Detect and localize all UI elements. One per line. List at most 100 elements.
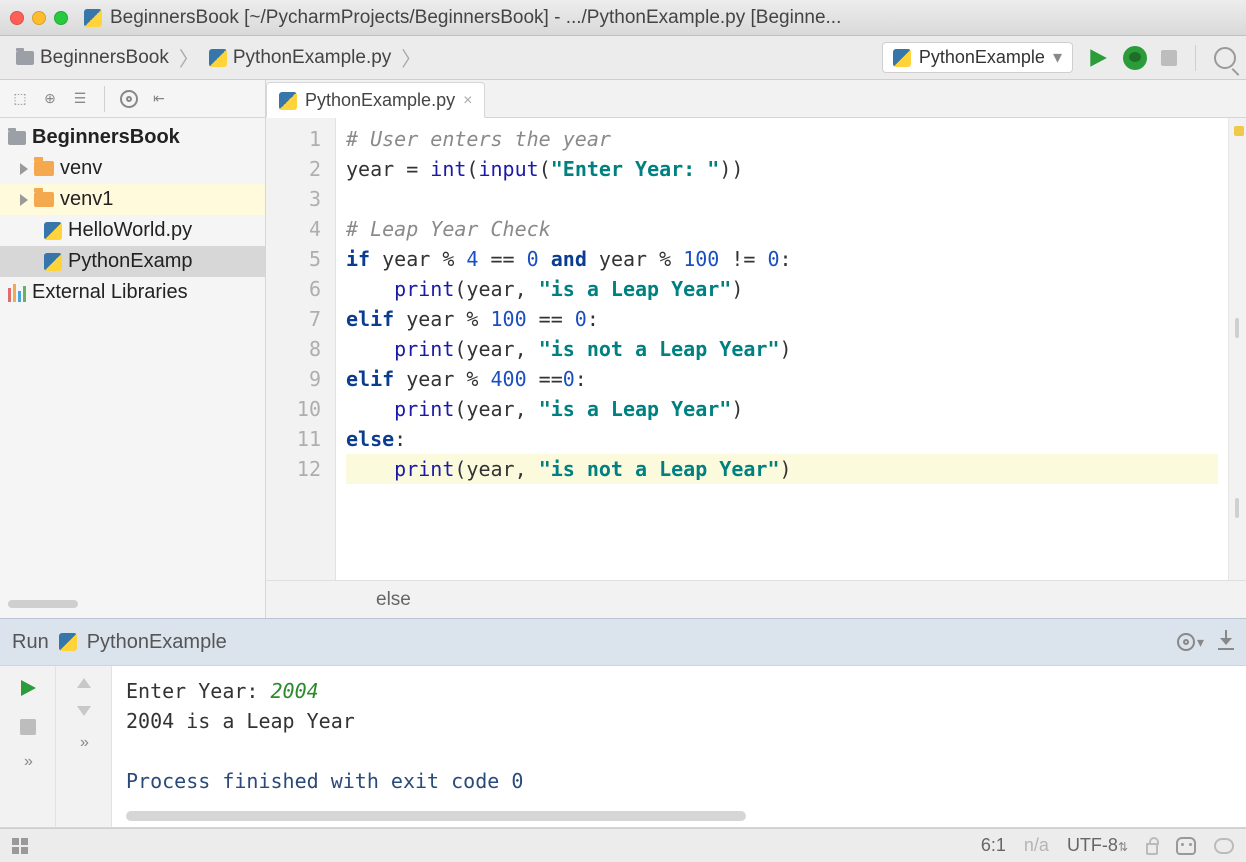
inspections-indicator-icon[interactable] <box>1176 837 1196 855</box>
notifications-icon[interactable] <box>1214 838 1234 854</box>
status-bar: 6:1 n/a UTF-8⇅ <box>0 828 1246 862</box>
folder-icon <box>34 192 54 207</box>
stop-button[interactable] <box>20 719 36 735</box>
warning-marker-icon[interactable] <box>1234 126 1244 136</box>
console-output[interactable]: Enter Year: 2004 2004 is a Leap Year Pro… <box>112 666 1246 827</box>
dropdown-caret-icon: ▾ <box>1053 47 1062 68</box>
download-icon[interactable] <box>1218 634 1234 650</box>
horizontal-scrollbar[interactable] <box>126 811 746 821</box>
project-tree: BeginnersBook venv venv1 HelloWorld.py P… <box>0 118 265 312</box>
run-configuration-name: PythonExample <box>919 47 1045 68</box>
tree-node-folder[interactable]: venv1 <box>0 184 265 215</box>
python-file-icon <box>44 253 62 271</box>
navigation-bar: BeginnersBook 〉 PythonExample.py 〉 Pytho… <box>0 36 1246 80</box>
external-libraries-node[interactable]: External Libraries <box>0 277 265 308</box>
zoom-window-button[interactable] <box>54 11 68 25</box>
expand-caret-icon[interactable] <box>20 194 28 206</box>
stripe-marker[interactable] <box>1235 318 1239 338</box>
editor: PythonExample.py × 123456789101112 # Use… <box>266 80 1246 618</box>
tree-node-folder[interactable]: venv <box>0 153 265 184</box>
settings-gear-icon[interactable]: ▾ <box>1177 633 1204 651</box>
separator <box>104 86 105 112</box>
more-actions-button[interactable]: » <box>80 734 87 752</box>
breadcrumb-item-project[interactable]: BeginnersBook <box>10 45 175 71</box>
main-area: ⬚ ⊕ ☰ ⇤ BeginnersBook venv venv1 <box>0 80 1246 618</box>
chevron-right-icon: 〉 <box>401 43 421 72</box>
node-label: BeginnersBook <box>32 126 180 149</box>
run-actions-column: » <box>0 666 56 827</box>
locate-icon[interactable]: ⊕ <box>40 89 60 109</box>
up-stack-icon[interactable] <box>77 678 91 688</box>
caret-position[interactable]: 6:1 <box>981 835 1006 856</box>
minimize-window-button[interactable] <box>32 11 46 25</box>
run-tool-window-header[interactable]: Run PythonExample ▾ <box>0 618 1246 666</box>
node-label: venv <box>60 157 102 180</box>
project-root-node[interactable]: BeginnersBook <box>0 122 265 153</box>
libraries-icon <box>8 284 26 302</box>
error-stripe[interactable] <box>1228 118 1246 580</box>
horizontal-scrollbar[interactable] <box>8 600 78 608</box>
editor-tab[interactable]: PythonExample.py × <box>266 82 485 118</box>
run-config-name: PythonExample <box>87 631 227 654</box>
tool-windows-icon[interactable] <box>12 838 28 854</box>
folder-icon <box>16 51 34 65</box>
run-button[interactable] <box>1087 47 1109 69</box>
structure-breadcrumb[interactable]: else <box>266 580 1246 618</box>
code-body[interactable]: # User enters the yearyear = int(input("… <box>336 118 1228 580</box>
node-label: venv1 <box>60 188 113 211</box>
line-separator[interactable]: n/a <box>1024 835 1049 856</box>
python-file-icon <box>279 92 297 110</box>
run-label: Run <box>12 631 49 654</box>
python-file-icon <box>44 222 62 240</box>
line-number-gutter[interactable]: 123456789101112 <box>266 118 336 580</box>
run-configuration-selector[interactable]: PythonExample ▾ <box>882 42 1073 73</box>
console-line: 2004 is a Leap Year <box>126 706 1232 736</box>
run-console: » » Enter Year: 2004 2004 is a Leap Year… <box>0 666 1246 828</box>
console-line: Process finished with exit code 0 <box>126 766 1232 796</box>
scroll-from-source-icon[interactable]: ⬚ <box>10 89 30 109</box>
separator <box>1195 45 1196 71</box>
app-icon <box>84 9 102 27</box>
chevron-right-icon: 〉 <box>179 43 199 72</box>
node-label: External Libraries <box>32 281 188 304</box>
code-editor[interactable]: 123456789101112 # User enters the yearye… <box>266 118 1246 580</box>
file-encoding[interactable]: UTF-8⇅ <box>1067 835 1128 856</box>
project-toolbar: ⬚ ⊕ ☰ ⇤ <box>0 80 265 118</box>
close-window-button[interactable] <box>10 11 24 25</box>
expand-caret-icon[interactable] <box>20 163 28 175</box>
tree-node-file[interactable]: HelloWorld.py <box>0 215 265 246</box>
console-line <box>126 736 1232 766</box>
breadcrumb-label: BeginnersBook <box>40 47 169 69</box>
down-stack-icon[interactable] <box>77 706 91 716</box>
stop-button[interactable] <box>1161 50 1177 66</box>
breadcrumb-item-file[interactable]: PythonExample.py <box>203 45 397 71</box>
python-file-icon <box>893 49 911 67</box>
debug-button[interactable] <box>1123 46 1147 70</box>
console-line: Enter Year: 2004 <box>126 676 1232 706</box>
collapse-all-icon[interactable]: ⇤ <box>149 89 169 109</box>
run-toolbar <box>1087 45 1236 71</box>
window-title: BeginnersBook [~/PycharmProjects/Beginne… <box>110 7 1236 29</box>
titlebar: BeginnersBook [~/PycharmProjects/Beginne… <box>0 0 1246 36</box>
folder-icon <box>8 131 26 145</box>
breadcrumb-label: PythonExample.py <box>233 47 391 69</box>
python-file-icon <box>59 633 77 651</box>
editor-tabs: PythonExample.py × <box>266 80 1246 118</box>
folder-icon <box>34 161 54 176</box>
tab-label: PythonExample.py <box>305 90 455 111</box>
node-label: HelloWorld.py <box>68 219 192 242</box>
breadcrumb: BeginnersBook 〉 PythonExample.py 〉 <box>10 43 882 72</box>
readonly-lock-icon[interactable] <box>1146 843 1158 855</box>
node-label: PythonExamp <box>68 250 193 273</box>
python-file-icon <box>209 49 227 67</box>
more-actions-button[interactable]: » <box>24 753 31 771</box>
console-nav-column: » <box>56 666 112 827</box>
settings-gear-icon[interactable] <box>119 89 139 109</box>
rerun-button[interactable] <box>18 678 38 701</box>
search-button[interactable] <box>1214 47 1236 69</box>
flatten-icon[interactable]: ☰ <box>70 89 90 109</box>
stripe-marker[interactable] <box>1235 498 1239 518</box>
window-controls <box>10 11 68 25</box>
close-tab-icon[interactable]: × <box>463 92 472 110</box>
tree-node-file[interactable]: PythonExamp <box>0 246 265 277</box>
